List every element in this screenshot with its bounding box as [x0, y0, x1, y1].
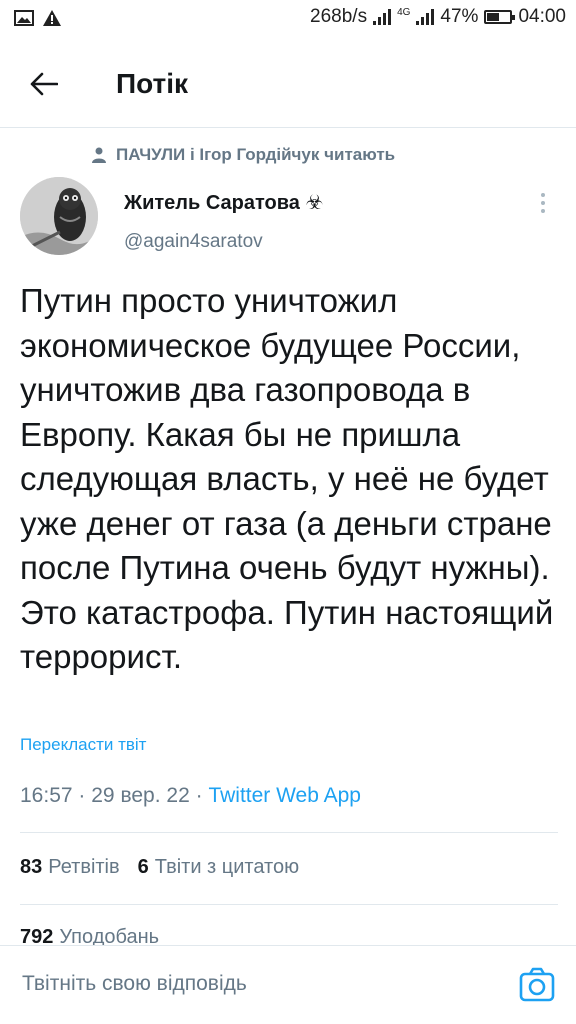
- battery-icon: [484, 10, 516, 24]
- back-button[interactable]: [26, 66, 62, 102]
- retweets-stat[interactable]: 83 Ретвітів: [20, 856, 120, 879]
- quotes-label: Твіти з цитатою: [154, 856, 300, 878]
- meta-separator: ·: [78, 784, 86, 807]
- camera-button[interactable]: [518, 966, 556, 1004]
- net-speed: 268b/s: [310, 6, 368, 27]
- owl-avatar-image: [20, 177, 98, 255]
- tweet-source-link[interactable]: Twitter Web App: [208, 784, 361, 807]
- tweet-text: Путин просто уничтожил экономическое буд…: [20, 282, 554, 675]
- social-context-text: ПАЧУЛИ і Ігор Гордійчук читають: [116, 145, 396, 164]
- person-icon: [92, 147, 106, 163]
- meta-separator: ·: [195, 784, 203, 807]
- retweets-label: Ретвітів: [48, 856, 120, 878]
- arrow-left-icon: [30, 72, 58, 96]
- clock: 04:00: [518, 6, 566, 27]
- app-bar: Потік: [0, 40, 576, 128]
- retweets-count: 83: [20, 856, 43, 878]
- translate-tweet-link[interactable]: Перекласти твіт: [20, 735, 146, 755]
- tweet-time: 16:57: [20, 784, 73, 807]
- more-dot: [541, 193, 545, 197]
- more-dot: [541, 209, 545, 213]
- reply-input[interactable]: Твітніть свою відповідь: [22, 972, 247, 996]
- page-title: Потік: [116, 68, 189, 99]
- cell-signal-icon: [416, 9, 435, 25]
- camera-icon: [519, 967, 555, 1002]
- battery-percent: 47%: [440, 6, 479, 27]
- social-context[interactable]: ПАЧУЛИ і Ігор Гордійчук читають: [92, 145, 395, 165]
- image-icon: [14, 10, 34, 26]
- quotes-count: 6: [137, 856, 149, 878]
- avatar[interactable]: [20, 177, 98, 255]
- tweet-date: 29 вер. 22: [91, 784, 190, 807]
- author-name[interactable]: Житель Саратова ☣: [124, 190, 323, 215]
- divider: [20, 904, 558, 905]
- tweet-meta: 16:57 · 29 вер. 22 · Twitter Web App: [20, 784, 361, 808]
- divider: [20, 832, 558, 833]
- quotes-stat[interactable]: 6 Твіти з цитатою: [138, 856, 299, 879]
- more-dot: [541, 201, 545, 205]
- network-type: 4G: [397, 6, 411, 18]
- wifi-signal-icon: [373, 9, 392, 25]
- reply-bar: Твітніть свою відповідь: [0, 945, 576, 1024]
- status-bar-indicators: 268b/s 4G 47% 04:00: [310, 6, 566, 28]
- warning-icon: [43, 10, 61, 26]
- status-bar: 268b/s 4G 47% 04:00: [0, 0, 576, 40]
- author-handle[interactable]: @again4saratov: [124, 231, 263, 253]
- status-bar-notifications: [14, 9, 62, 27]
- tweet-stats: 83 Ретвітів 6 Твіти з цитатою: [20, 856, 299, 879]
- more-options-button[interactable]: [532, 188, 554, 218]
